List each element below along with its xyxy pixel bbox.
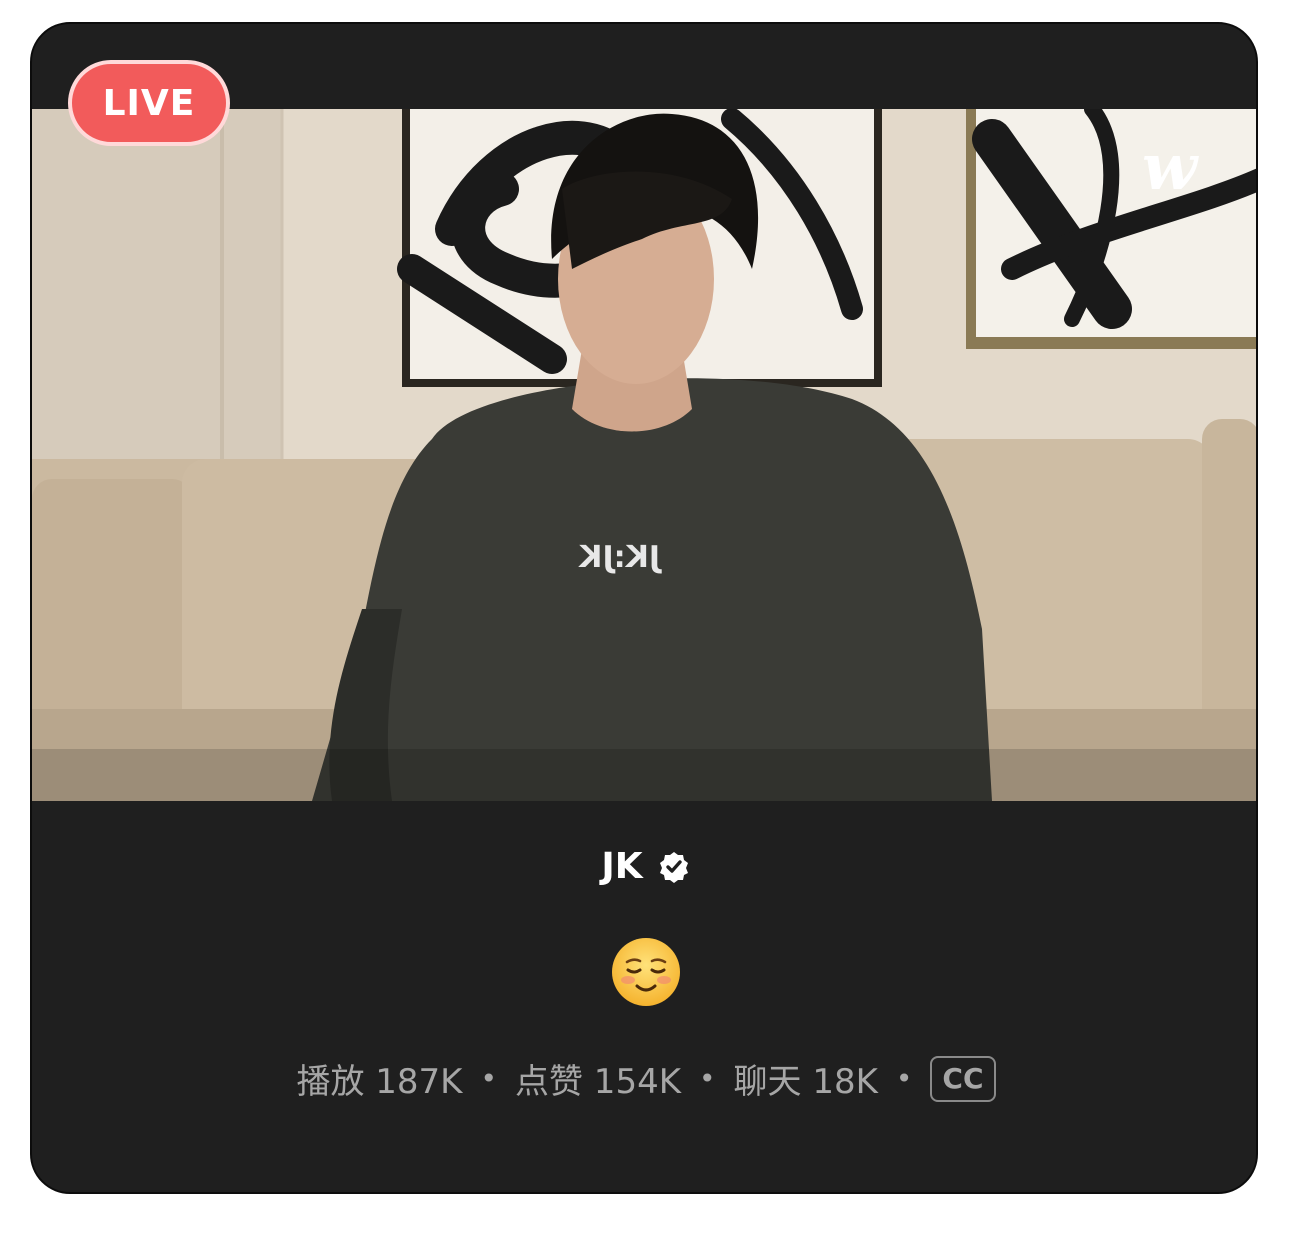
like-count: 点赞 154K bbox=[515, 1062, 681, 1102]
creator-row[interactable]: JK bbox=[32, 846, 1256, 887]
svg-text:JK:JK: JK:JK bbox=[577, 540, 662, 575]
live-video-card[interactable]: LIVE w JK:JK JK 播放 187K • 点赞 154K • 聊天 1… bbox=[30, 22, 1258, 1194]
verified-badge-icon bbox=[659, 851, 688, 883]
play-count: 播放 187K bbox=[296, 1062, 463, 1102]
separator-dot: • bbox=[480, 1062, 497, 1095]
weverse-logo-icon: w bbox=[1142, 130, 1199, 205]
separator-dot: • bbox=[895, 1062, 913, 1095]
stats-row: 播放 187K • 点赞 154K • 聊天 18K • CC bbox=[32, 1054, 1256, 1103]
live-badge: LIVE bbox=[68, 60, 230, 146]
creator-name[interactable]: JK bbox=[601, 846, 642, 887]
cc-badge: CC bbox=[930, 1055, 996, 1102]
chat-count: 聊天 18K bbox=[733, 1062, 878, 1102]
video-thumbnail[interactable]: w JK:JK bbox=[32, 109, 1256, 801]
smiling-face-icon bbox=[612, 938, 680, 1006]
separator-dot: • bbox=[699, 1062, 716, 1095]
